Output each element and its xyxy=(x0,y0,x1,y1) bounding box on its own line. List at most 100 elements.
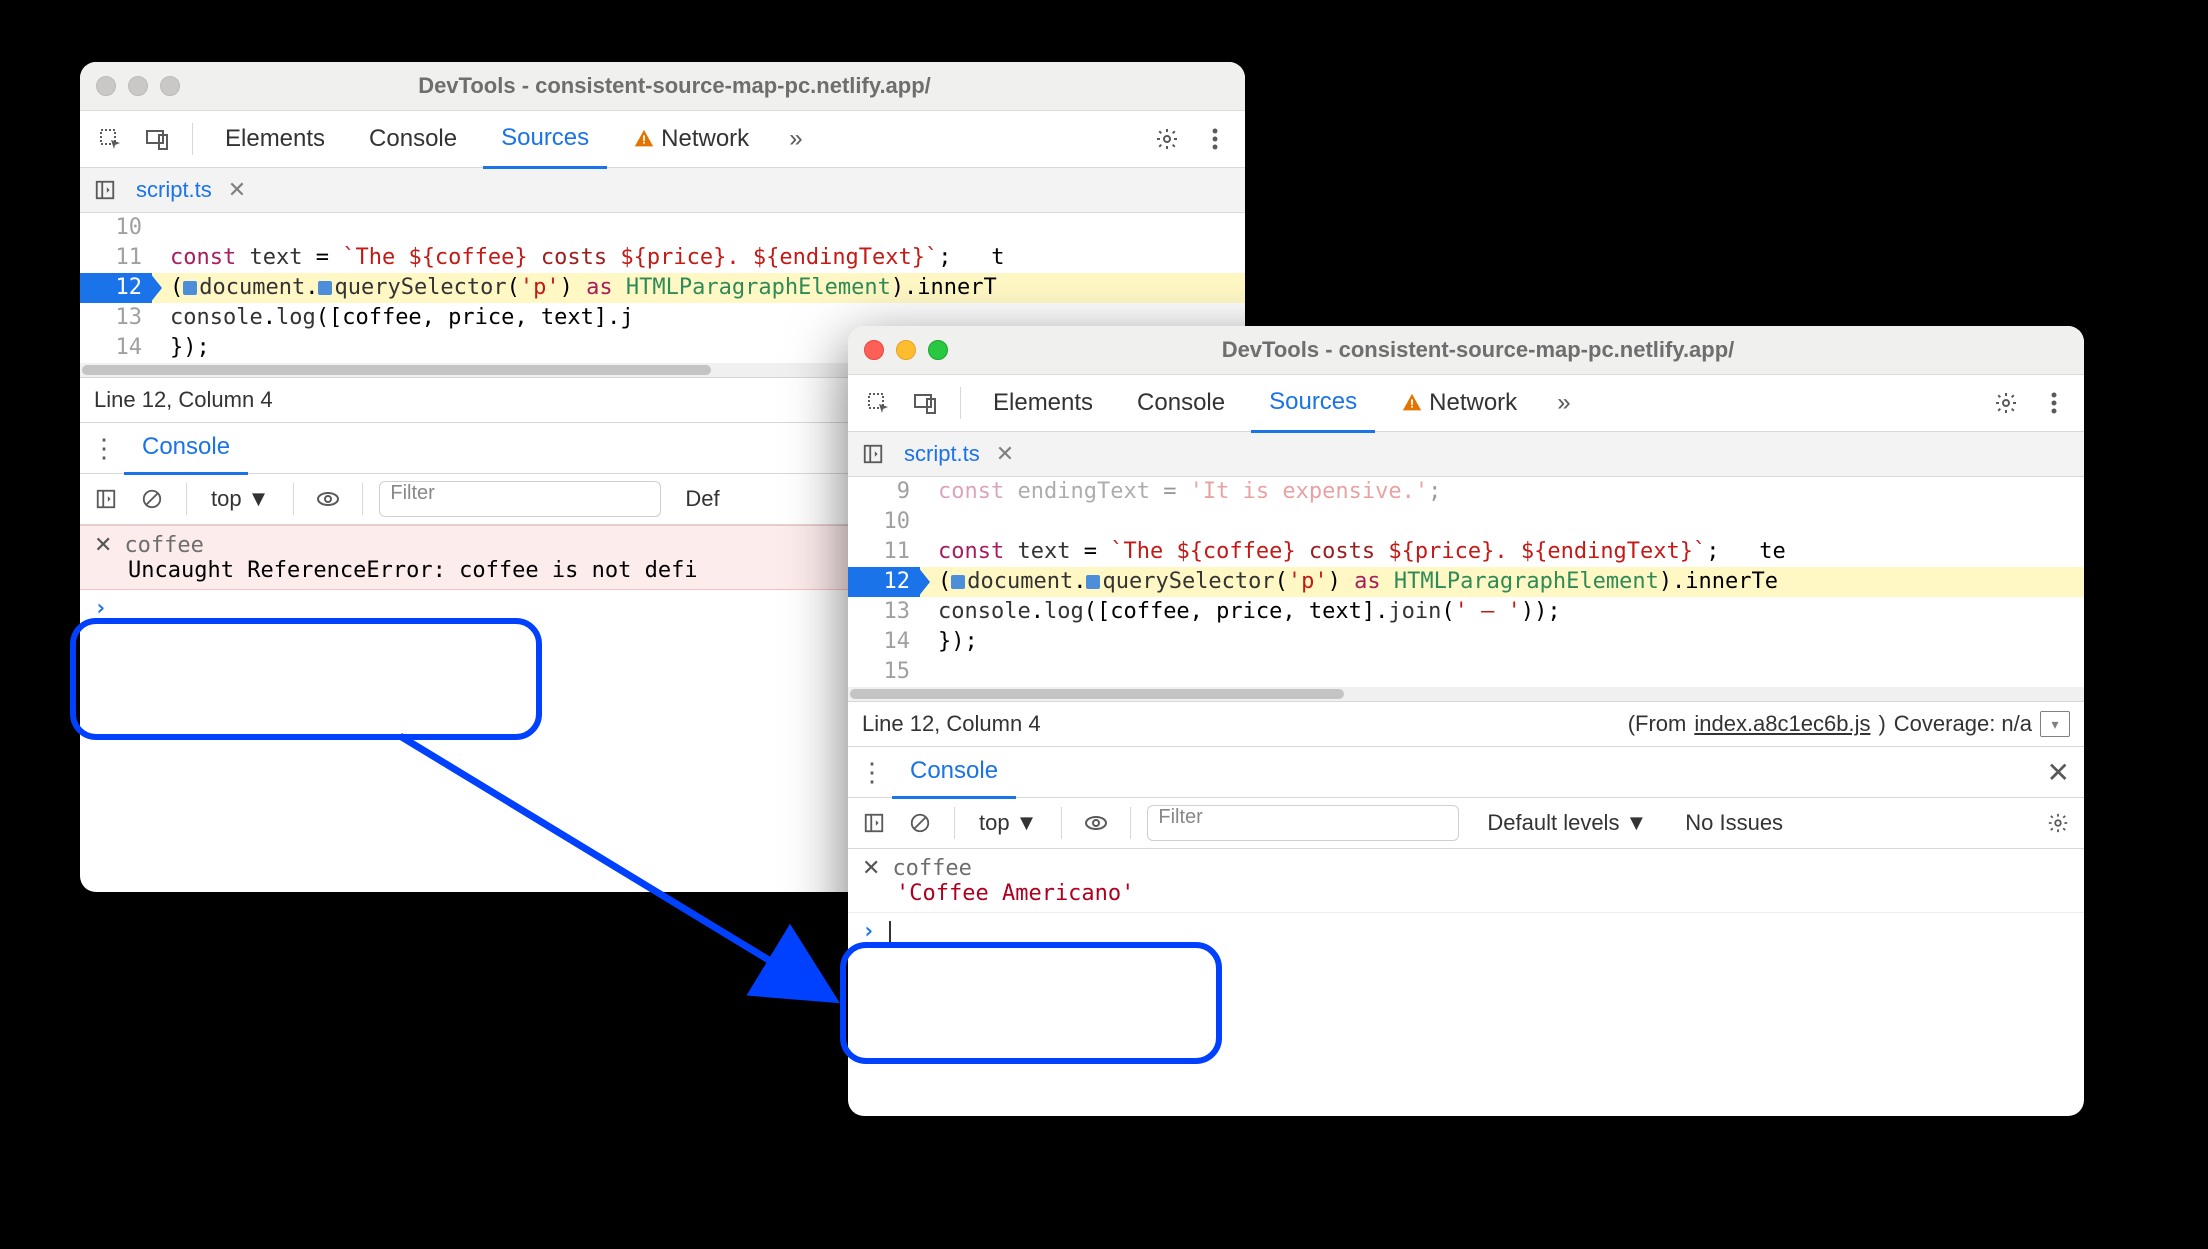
context-selector[interactable]: top ▼ xyxy=(971,810,1045,836)
console-result: 'Coffee Americano' xyxy=(862,881,2070,906)
file-tab-script[interactable]: script.ts xyxy=(904,441,980,467)
kebab-menu-icon[interactable] xyxy=(1195,119,1235,159)
code-line[interactable] xyxy=(920,507,2084,537)
tab-console[interactable]: Console xyxy=(351,111,475,167)
settings-icon[interactable] xyxy=(1986,383,2026,423)
code-line[interactable]: const text = `The ${coffee} costs ${pric… xyxy=(152,243,1245,273)
line-number[interactable]: 13 xyxy=(848,597,920,627)
console-sidebar-icon[interactable] xyxy=(88,481,124,517)
tab-network[interactable]: Network xyxy=(1383,375,1535,431)
context-selector[interactable]: top ▼ xyxy=(203,486,277,512)
collapse-debugger-icon[interactable]: ▾ xyxy=(2040,711,2070,737)
horizontal-scrollbar[interactable] xyxy=(848,687,2084,701)
code-line[interactable]: console.log([coffee, price, text].join('… xyxy=(920,597,2084,627)
entry-close-icon[interactable]: ✕ xyxy=(862,855,880,880)
line-number[interactable]: 13 xyxy=(80,303,152,333)
traffic-min-icon[interactable] xyxy=(896,340,916,360)
traffic-close-icon[interactable] xyxy=(96,76,116,96)
line-number[interactable]: 10 xyxy=(80,213,152,243)
from-source-link[interactable]: index.a8c1ec6b.js xyxy=(1694,711,1870,737)
drawer-menu-icon[interactable]: ⋮ xyxy=(84,433,124,464)
device-toggle-icon[interactable] xyxy=(906,383,946,423)
error-close-icon[interactable]: ✕ xyxy=(94,532,112,557)
drawer-tab-console[interactable]: Console xyxy=(892,746,1016,799)
close-file-icon[interactable]: ✕ xyxy=(996,441,1014,467)
traffic-max-icon[interactable] xyxy=(928,340,948,360)
tab-console[interactable]: Console xyxy=(1119,375,1243,431)
clear-console-icon[interactable] xyxy=(134,481,170,517)
tab-sources[interactable]: Sources xyxy=(1251,374,1375,433)
line-number[interactable]: 14 xyxy=(80,333,152,363)
traffic-min-icon[interactable] xyxy=(128,76,148,96)
device-toggle-icon[interactable] xyxy=(138,119,178,159)
devtools-toolbar: Elements Console Sources Network » xyxy=(848,375,2084,432)
line-number[interactable]: 9 xyxy=(848,477,920,507)
chevron-down-icon: ▼ xyxy=(1625,810,1647,836)
console-error-text-b: coffee is not defi xyxy=(459,558,697,583)
line-number[interactable]: 14 xyxy=(848,627,920,657)
drawer-menu-icon[interactable]: ⋮ xyxy=(852,757,892,788)
line-number[interactable]: 12 xyxy=(80,273,152,303)
line-number[interactable]: 15 xyxy=(848,657,920,687)
drawer-tab-console[interactable]: Console xyxy=(124,422,248,475)
more-tabs-icon[interactable]: » xyxy=(775,125,816,153)
tab-network-label: Network xyxy=(661,125,749,153)
line-number[interactable]: 10 xyxy=(848,507,920,537)
console-entry[interactable]: ✕ coffee 'Coffee Americano' xyxy=(848,849,2084,913)
issues-label[interactable]: No Issues xyxy=(1657,810,1783,836)
tab-elements[interactable]: Elements xyxy=(975,375,1111,431)
clear-console-icon[interactable] xyxy=(902,805,938,841)
code-line[interactable]: (document.querySelector('p') as HTMLPara… xyxy=(152,273,1245,303)
divider xyxy=(1061,807,1062,839)
divider xyxy=(954,807,955,839)
code-line[interactable]: const text = `The ${coffee} costs ${pric… xyxy=(920,537,2084,567)
console-settings-icon[interactable] xyxy=(2040,805,2076,841)
levels-label: Default levels xyxy=(1487,810,1619,836)
inspect-icon[interactable] xyxy=(858,383,898,423)
code-line[interactable]: (document.querySelector('p') as HTMLPara… xyxy=(920,567,2084,597)
code-line[interactable] xyxy=(152,213,1245,243)
context-label: top xyxy=(211,486,242,512)
live-expression-icon[interactable] xyxy=(1078,805,1114,841)
traffic-close-icon[interactable] xyxy=(864,340,884,360)
kebab-menu-icon[interactable] xyxy=(2034,383,2074,423)
inspect-icon[interactable] xyxy=(90,119,130,159)
more-tabs-icon[interactable]: » xyxy=(1543,389,1584,417)
console-input-echo: coffee xyxy=(124,533,203,558)
devtools-toolbar: Elements Console Sources Network » xyxy=(80,111,1245,168)
console-filter-input[interactable]: Filter xyxy=(1147,805,1459,841)
console-sidebar-icon[interactable] xyxy=(856,805,892,841)
levels-selector[interactable]: Def xyxy=(671,486,719,512)
code-line[interactable] xyxy=(920,657,2084,687)
line-number[interactable]: 11 xyxy=(848,537,920,567)
close-drawer-icon[interactable]: ✕ xyxy=(2047,756,2080,789)
file-tabs: script.ts ✕ xyxy=(80,168,1245,213)
levels-selector[interactable]: Default levels▼ xyxy=(1469,810,1647,836)
coverage-label: Coverage: n/a xyxy=(1894,711,2032,737)
traffic-lights xyxy=(864,340,948,360)
settings-icon[interactable] xyxy=(1147,119,1187,159)
navigator-toggle-icon[interactable] xyxy=(858,439,888,469)
code-line[interactable]: }); xyxy=(920,627,2084,657)
traffic-lights xyxy=(96,76,180,96)
close-file-icon[interactable]: ✕ xyxy=(228,177,246,203)
console-input-echo: coffee xyxy=(892,856,971,881)
traffic-max-icon[interactable] xyxy=(160,76,180,96)
drawer-tabs: ⋮ Console ✕ xyxy=(848,747,2084,798)
console-filter-input[interactable]: Filter xyxy=(379,481,661,517)
navigator-toggle-icon[interactable] xyxy=(90,175,120,205)
console-prompt[interactable]: › xyxy=(848,913,2084,950)
console-error-text-a: Uncaught ReferenceError: xyxy=(128,558,446,583)
tab-sources[interactable]: Sources xyxy=(483,110,607,169)
line-number[interactable]: 12 xyxy=(848,567,920,597)
live-expression-icon[interactable] xyxy=(310,481,346,517)
window-title: DevTools - consistent-source-map-pc.netl… xyxy=(948,337,2068,363)
line-number[interactable]: 11 xyxy=(80,243,152,273)
tab-network[interactable]: Network xyxy=(615,111,767,167)
code-editor[interactable]: 9const endingText = 'It is expensive.';1… xyxy=(848,477,2084,687)
code-line[interactable]: const endingText = 'It is expensive.'; xyxy=(920,477,2084,507)
tab-elements[interactable]: Elements xyxy=(207,111,343,167)
divider xyxy=(960,387,961,419)
file-tabs: script.ts ✕ xyxy=(848,432,2084,477)
file-tab-script[interactable]: script.ts xyxy=(136,177,212,203)
